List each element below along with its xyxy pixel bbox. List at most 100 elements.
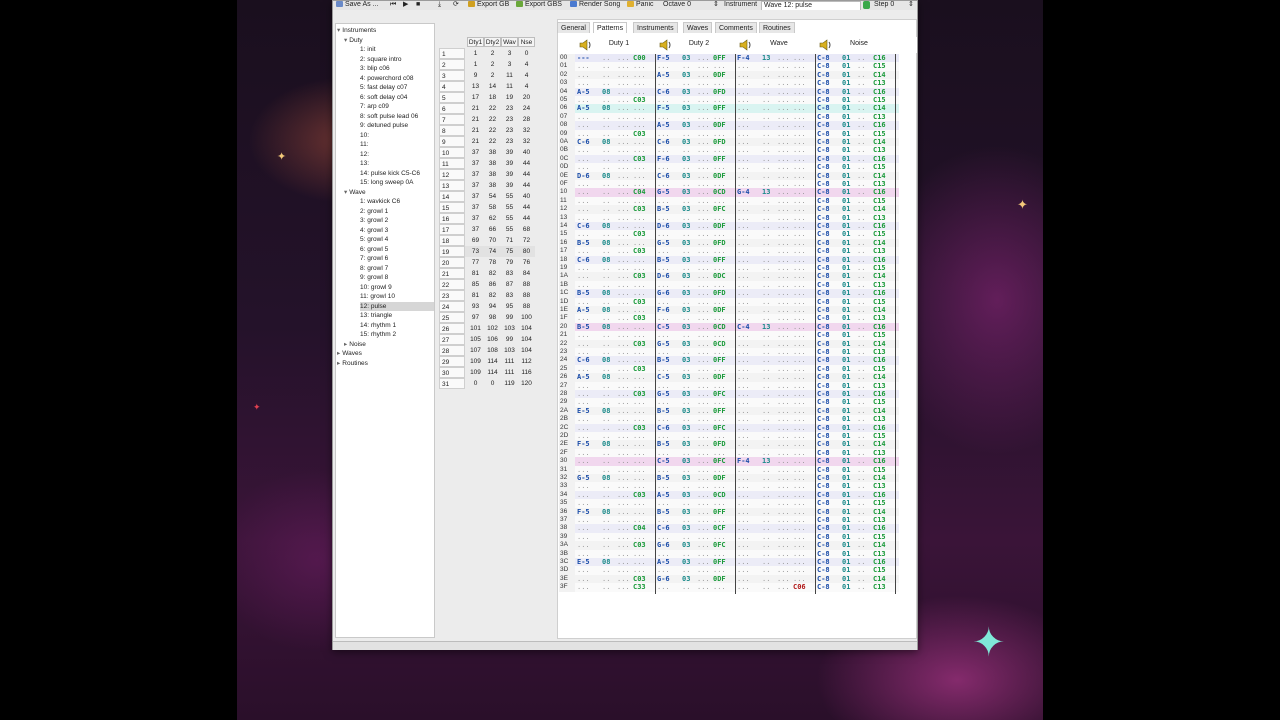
effect-cell[interactable]: C15 <box>873 197 886 205</box>
pattern-row[interactable]: 33................................. C-8 01… <box>559 482 899 491</box>
instrument-cell[interactable]: .. <box>762 272 770 280</box>
table-row[interactable]: 18 69 70 71 72 <box>439 235 535 246</box>
effect-cell[interactable]: ... <box>793 281 806 289</box>
effect-cell[interactable]: C03 <box>633 205 646 213</box>
instrument-cell[interactable]: 01 <box>842 382 850 390</box>
instrument-cell[interactable]: .. <box>602 113 610 121</box>
note-cell[interactable]: ... <box>737 104 750 112</box>
note-cell[interactable]: A-5 <box>657 491 670 499</box>
volume-cell[interactable]: ... <box>617 222 630 230</box>
note-cell[interactable]: ... <box>737 482 750 490</box>
instrument-cell[interactable]: 01 <box>842 365 850 373</box>
note-cell[interactable]: ... <box>737 440 750 448</box>
effect-cell[interactable]: ... <box>793 558 806 566</box>
volume-cell[interactable]: ... <box>777 415 790 423</box>
effect-cell[interactable]: ... <box>793 415 806 423</box>
instrument-cell[interactable]: 08 <box>602 508 610 516</box>
instrument-cell[interactable]: .. <box>762 466 770 474</box>
tree-item[interactable]: 12: pulse <box>360 301 434 311</box>
volume-cell[interactable]: ... <box>777 281 790 289</box>
instrument-cell[interactable]: 01 <box>842 499 850 507</box>
instrument-cell[interactable]: .. <box>762 197 770 205</box>
instrument-cell[interactable]: .. <box>762 306 770 314</box>
table-row[interactable]: 21 81 82 83 84 <box>439 268 535 279</box>
volume-cell[interactable]: ... <box>697 239 710 247</box>
tree-item[interactable]: 5: fast delay c07 <box>360 83 434 92</box>
instrument-cell[interactable]: 13 <box>762 323 770 331</box>
note-cell[interactable]: ... <box>737 499 750 507</box>
effect-cell[interactable]: ... <box>793 323 806 331</box>
effect-cell[interactable]: ... <box>713 382 726 390</box>
tree-routines[interactable]: ▸ Routines <box>337 359 434 368</box>
effect-cell[interactable]: ... <box>793 340 806 348</box>
pattern-row[interactable]: 22........ C03 G-5 03... 0CD........... C-8 01… <box>559 339 899 348</box>
effect-cell[interactable]: ... <box>633 474 646 482</box>
effect-cell[interactable]: C13 <box>873 415 886 423</box>
effect-cell[interactable]: ... <box>793 306 806 314</box>
volume-cell[interactable]: .. <box>857 247 865 255</box>
instrument-cell[interactable]: 01 <box>842 256 850 264</box>
effect-cell[interactable]: ... <box>793 289 806 297</box>
note-cell[interactable]: C-8 <box>817 88 830 96</box>
volume-cell[interactable]: ... <box>697 516 710 524</box>
instrument-cell[interactable]: .. <box>602 71 610 79</box>
instrument-cell[interactable]: 01 <box>842 424 850 432</box>
effect-cell[interactable]: ... <box>713 247 726 255</box>
instrument-cell[interactable]: .. <box>602 188 610 196</box>
pattern-row[interactable]: 01................................. C-8 01… <box>559 62 899 71</box>
instrument-cell[interactable]: .. <box>602 230 610 238</box>
note-cell[interactable]: ... <box>577 466 590 474</box>
note-cell[interactable]: ... <box>657 482 670 490</box>
instrument-cell[interactable]: .. <box>762 365 770 373</box>
note-cell[interactable]: ... <box>577 205 590 213</box>
note-cell[interactable]: B-5 <box>577 323 590 331</box>
effect-cell[interactable]: ... <box>713 298 726 306</box>
instrument-cell[interactable]: 01 <box>842 214 850 222</box>
volume-cell[interactable]: .. <box>857 163 865 171</box>
instrument-cell[interactable]: 03 <box>682 54 690 62</box>
effect-cell[interactable]: ... <box>633 331 646 339</box>
instrument-cell[interactable]: .. <box>682 281 690 289</box>
volume-cell[interactable]: ... <box>777 516 790 524</box>
volume-cell[interactable]: ... <box>617 365 630 373</box>
instrument-cell[interactable]: .. <box>762 155 770 163</box>
effect-cell[interactable]: ... <box>713 79 726 87</box>
note-cell[interactable]: ... <box>737 524 750 532</box>
volume-cell[interactable]: ... <box>697 230 710 238</box>
effect-cell[interactable]: ... <box>793 466 806 474</box>
note-cell[interactable]: D-6 <box>577 172 590 180</box>
effect-cell[interactable]: ... <box>793 474 806 482</box>
volume-cell[interactable]: ... <box>617 331 630 339</box>
note-cell[interactable]: ... <box>737 155 750 163</box>
note-cell[interactable]: C-8 <box>817 516 830 524</box>
effect-cell[interactable]: ... <box>793 314 806 322</box>
instrument-cell[interactable]: .. <box>602 163 610 171</box>
note-cell[interactable]: C-8 <box>817 407 830 415</box>
instrument-cell[interactable]: 08 <box>602 239 610 247</box>
instrument-cell[interactable]: 08 <box>602 222 610 230</box>
instrument-cell[interactable]: .. <box>762 398 770 406</box>
note-cell[interactable]: ... <box>657 499 670 507</box>
tab-routines[interactable]: Routines <box>759 22 795 33</box>
pattern-row[interactable]: 0C........ C03 F-6 03... 0FF........... C-8 01… <box>559 154 899 164</box>
effect-cell[interactable]: C03 <box>633 491 646 499</box>
effect-cell[interactable]: C14 <box>873 541 886 549</box>
note-cell[interactable]: C-8 <box>817 96 830 104</box>
instrument-cell[interactable]: .. <box>762 121 770 129</box>
note-cell[interactable]: G-5 <box>657 340 670 348</box>
note-cell[interactable]: C-8 <box>817 499 830 507</box>
effect-cell[interactable]: ... <box>793 71 806 79</box>
effect-cell[interactable]: 0DF <box>713 575 726 583</box>
effect-cell[interactable]: C16 <box>873 188 886 196</box>
volume-cell[interactable]: ... <box>617 113 630 121</box>
volume-cell[interactable]: ... <box>697 62 710 70</box>
note-cell[interactable]: ... <box>737 365 750 373</box>
effect-cell[interactable]: C16 <box>873 155 886 163</box>
instrument-cell[interactable]: .. <box>682 348 690 356</box>
effect-cell[interactable]: 0DF <box>713 222 726 230</box>
volume-cell[interactable]: ... <box>697 373 710 381</box>
volume-cell[interactable]: ... <box>617 289 630 297</box>
effect-cell[interactable]: ... <box>713 533 726 541</box>
instrument-cell[interactable]: 01 <box>842 247 850 255</box>
volume-cell[interactable]: ... <box>777 214 790 222</box>
